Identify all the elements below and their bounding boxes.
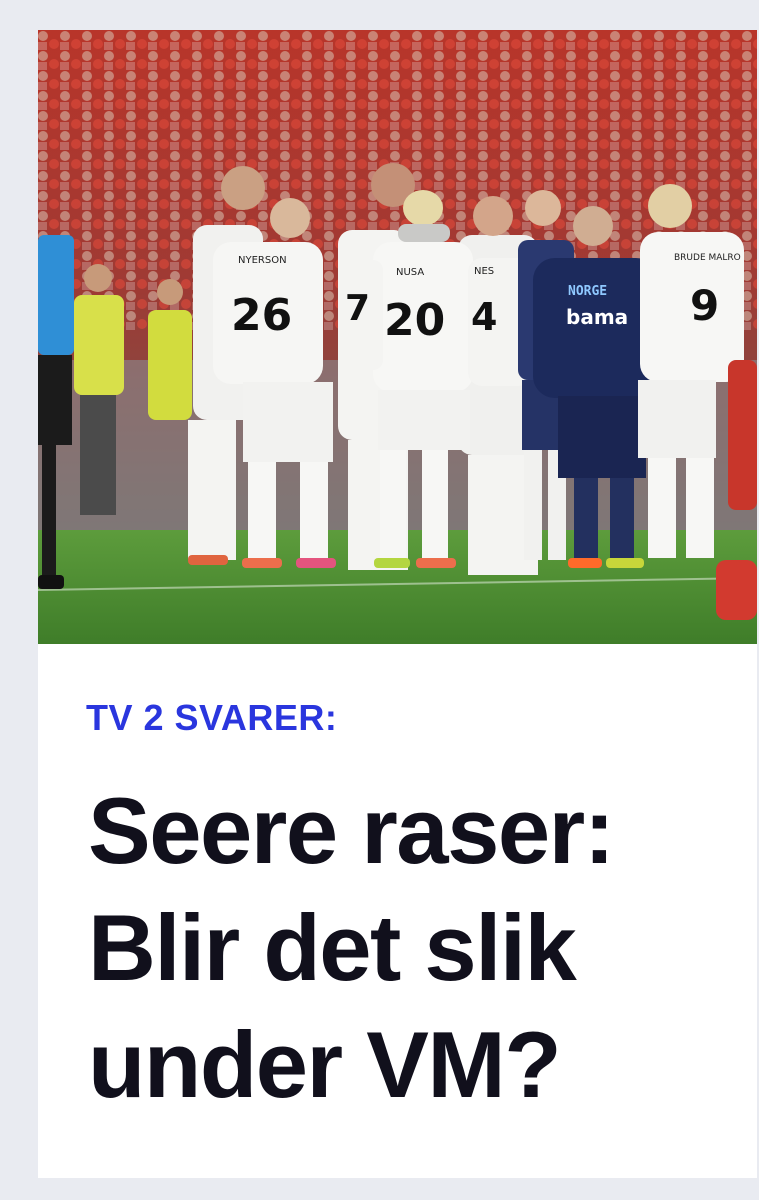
page: NYERSON 26 NUSA 20 NES 4 7 NORGE bama BR… [0, 0, 759, 1200]
jersey-name: NES [474, 266, 494, 277]
jersey-number: 4 [471, 295, 497, 339]
sponsor-crest: NORGE [568, 284, 607, 299]
jersey-number: 26 [231, 290, 292, 341]
jersey-number: 20 [384, 295, 445, 346]
hero-image[interactable]: NYERSON 26 NUSA 20 NES 4 7 NORGE bama BR… [38, 30, 757, 644]
sponsor-brand: bama [566, 305, 628, 329]
headline-line: Seere raser: [88, 778, 615, 883]
article-kicker[interactable]: TV 2 SVARER: [86, 698, 337, 738]
jersey-name: NYERSON [238, 255, 287, 266]
jersey-name: NUSA [396, 267, 424, 278]
jersey-number: 7 [345, 288, 370, 329]
team-huddle-photo: NYERSON 26 NUSA 20 NES 4 7 NORGE bama BR… [38, 30, 757, 644]
jersey-number: 9 [690, 281, 719, 330]
jersey-name: BRUDE MALRO [674, 253, 741, 263]
player-figure: 7 [343, 260, 383, 370]
headline-line: Blir det slik [88, 895, 577, 1000]
article-headline[interactable]: Seere raser: Blir det slik under VM? [88, 772, 748, 1123]
headline-line: under VM? [88, 1012, 562, 1117]
article-card[interactable]: NYERSON 26 NUSA 20 NES 4 7 NORGE bama BR… [38, 30, 757, 1178]
